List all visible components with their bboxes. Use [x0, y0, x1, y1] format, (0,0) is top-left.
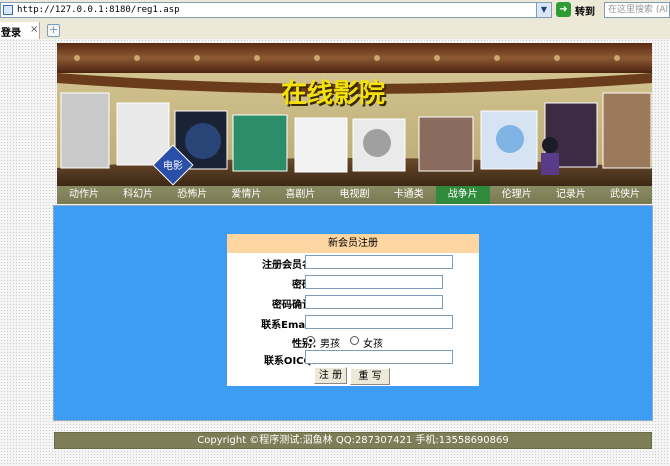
nav-item[interactable]: 武侠片 [598, 186, 652, 204]
new-tab-icon[interactable]: + [47, 24, 60, 37]
password-input[interactable] [305, 275, 443, 289]
go-button[interactable]: ➜ 转到 [556, 2, 600, 18]
site-title: 在线影院 [281, 78, 385, 109]
nav-item[interactable]: 电视剧 [327, 186, 381, 204]
footer: Copyright ©程序测试:泅鱼林 QQ:287307421 手机:1355… [54, 432, 652, 449]
close-icon[interactable]: × [30, 24, 38, 35]
category-nav: 动作片 科幻片 恐怖片 爱情片 喜剧片 电视剧 卡通类 战争片 伦理片 记录片 武侠片 [57, 186, 652, 204]
banner-image: 在线影院 在线影院 电影 [57, 43, 652, 186]
nav-item[interactable]: 科幻片 [111, 186, 165, 204]
tab-label: 登录 [1, 28, 21, 39]
nav-item[interactable]: 记录片 [544, 186, 598, 204]
qq-input[interactable] [305, 350, 453, 364]
url-text: http://127.0.0.1:8180/reg1.asp [17, 5, 180, 15]
search-input[interactable]: 在这里搜索 (Al [604, 2, 670, 18]
nav-item[interactable]: 战争片 [435, 186, 490, 204]
nav-item[interactable]: 喜剧片 [273, 186, 327, 204]
nav-item[interactable]: 动作片 [57, 186, 111, 204]
reset-button[interactable]: 重 写 [350, 368, 390, 385]
gender-female-label: 女孩 [363, 339, 383, 350]
arrow-right-icon: ➜ [556, 2, 571, 17]
registration-form: 新会员注册 注册会员名： 密码： 密码确认： 联系Email： 性别： 男孩 女… [227, 234, 479, 386]
form-heading: 新会员注册 [227, 234, 479, 253]
gender-male-radio[interactable] [306, 336, 315, 345]
banner: 在线影院 在线影院 电影 [57, 43, 652, 186]
nav-item[interactable]: 爱情片 [219, 186, 273, 204]
page-icon [3, 5, 13, 15]
chevron-down-icon[interactable]: ▼ [536, 3, 551, 17]
nav-item[interactable]: 伦理片 [490, 186, 544, 204]
tab-login[interactable]: 登录 × [0, 22, 40, 39]
email-input[interactable] [305, 315, 453, 329]
password-confirm-input[interactable] [305, 295, 443, 309]
username-input[interactable] [305, 255, 453, 269]
nav-item[interactable]: 卡通类 [382, 186, 436, 204]
url-input[interactable]: http://127.0.0.1:8180/reg1.asp ▼ [0, 2, 552, 18]
gender-female-radio[interactable] [350, 336, 359, 345]
go-label: 转到 [575, 7, 595, 18]
address-bar: http://127.0.0.1:8180/reg1.asp ▼ ➜ 转到 在这… [0, 0, 670, 23]
nav-item[interactable]: 恐怖片 [165, 186, 219, 204]
submit-button[interactable]: 注 册 [314, 367, 347, 384]
person-figure [541, 137, 559, 175]
gender-male-label: 男孩 [320, 339, 340, 350]
svg-text:电影: 电影 [163, 159, 183, 172]
tab-bar: 登录 × + [0, 22, 670, 40]
